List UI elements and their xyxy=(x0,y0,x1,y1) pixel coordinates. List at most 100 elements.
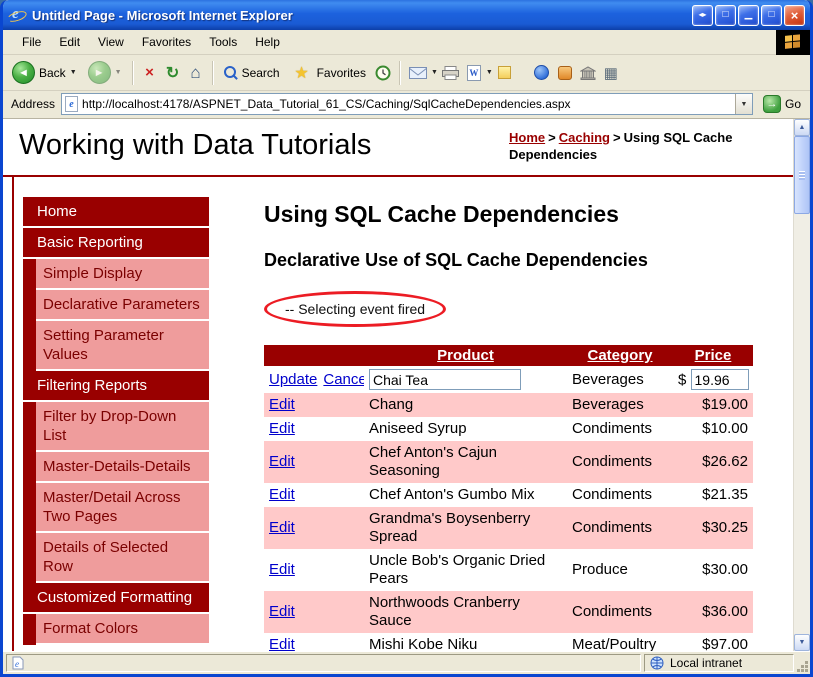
menu-favorites[interactable]: Favorites xyxy=(133,31,200,53)
menu-view[interactable]: View xyxy=(89,31,133,53)
sidebar-item-filter-by-dropdown-list[interactable]: Filter by Drop-Down List xyxy=(36,402,209,452)
sidebar-item-format-colors[interactable]: Format Colors xyxy=(36,614,209,645)
stop-button[interactable]: × xyxy=(139,61,161,85)
menu-tools[interactable]: Tools xyxy=(200,31,246,53)
category-cell: Condiments xyxy=(567,507,673,549)
window-controls: ◂▸ □ ▁ □ × xyxy=(692,4,805,26)
price-input[interactable] xyxy=(690,369,749,390)
refresh-button[interactable]: ↻ xyxy=(162,61,184,85)
price-cell: $21.35 xyxy=(702,486,748,503)
sidebar-item-declarative-parameters[interactable]: Declarative Parameters xyxy=(36,290,209,321)
address-dropdown-icon[interactable]: ▼ xyxy=(734,94,752,114)
menu-help[interactable]: Help xyxy=(246,31,289,53)
breadcrumb-home-link[interactable]: Home xyxy=(509,130,545,145)
cancel-link[interactable]: Cancel xyxy=(323,371,364,388)
research-button[interactable] xyxy=(554,61,576,85)
edit-link[interactable]: Edit xyxy=(269,453,295,470)
history-button[interactable] xyxy=(372,61,394,85)
vertical-scrollbar[interactable]: ▲ ▼ xyxy=(793,119,810,651)
edit-link[interactable]: Edit xyxy=(269,561,295,578)
word-document-icon: W xyxy=(466,64,481,81)
action-cell: Edit xyxy=(264,393,364,417)
print-button[interactable] xyxy=(439,61,462,85)
back-button[interactable]: ◄ Back ▼ xyxy=(7,58,82,87)
discuss-note-icon xyxy=(498,66,512,79)
category-header: Category xyxy=(567,345,673,366)
minimize-button[interactable]: ▁ xyxy=(738,4,759,26)
breadcrumb-caching-link[interactable]: Caching xyxy=(559,130,610,145)
window-restore-button[interactable]: □ xyxy=(715,4,736,26)
scroll-up-button[interactable]: ▲ xyxy=(794,119,810,136)
close-button[interactable]: × xyxy=(784,4,805,26)
sort-by-product-link[interactable]: Product xyxy=(437,347,494,364)
menubar: File Edit View Favorites Tools Help xyxy=(3,30,810,55)
research-icon xyxy=(557,65,572,80)
mail-button[interactable] xyxy=(406,61,430,85)
product-cell: Uncle Bob's Organic Dried Pears xyxy=(369,552,546,587)
product-cell: Grandma's Boysenberry Spread xyxy=(364,507,567,549)
main-content: Using SQL Cache Dependencies Declarative… xyxy=(264,201,793,651)
titlebar[interactable]: e Untitled Page - Microsoft Internet Exp… xyxy=(3,0,810,30)
grid-row: Edit Uncle Bob's Organic Dried Pears Pro… xyxy=(264,549,753,591)
tiles-button[interactable]: ▦ xyxy=(600,61,622,85)
edit-dropdown-icon[interactable]: ▼ xyxy=(486,69,493,76)
sort-by-price-link[interactable]: Price xyxy=(695,347,732,364)
search-button[interactable]: Search xyxy=(219,63,285,83)
sites-button[interactable] xyxy=(577,61,599,85)
page-body: Home Basic Reporting Simple Display Decl… xyxy=(3,177,793,651)
edit-link[interactable]: Edit xyxy=(269,396,295,413)
category-cell: Condiments xyxy=(572,420,653,437)
grid-row: Edit Mishi Kobe Niku Meat/Poultry $97.00 xyxy=(264,633,753,651)
grid-header-row: Product Category Price xyxy=(264,345,753,366)
products-gridview: Product Category Price Update Cancel xyxy=(264,345,753,651)
edit-link[interactable]: Edit xyxy=(269,420,295,437)
go-button[interactable]: → Go xyxy=(759,95,807,113)
sidebar-item-setting-parameter-values[interactable]: Setting Parameter Values xyxy=(36,321,209,371)
price-cell: $97.00 xyxy=(702,636,748,651)
sidebar-item-home[interactable]: Home xyxy=(23,197,209,228)
home-button[interactable]: ⌂ xyxy=(185,61,207,85)
forward-dropdown-icon[interactable]: ▼ xyxy=(115,69,122,76)
product-name-input[interactable] xyxy=(369,369,521,390)
page-header: Working with Data Tutorials Home > Caching… xyxy=(3,119,793,177)
category-cell: Beverages xyxy=(567,393,673,417)
resize-grip[interactable] xyxy=(796,660,809,673)
sidebar-section-customized-formatting[interactable]: Customized Formatting xyxy=(23,583,209,614)
maximize-button[interactable]: □ xyxy=(761,4,782,26)
menu-file[interactable]: File xyxy=(13,31,50,53)
grid-row: Edit Aniseed Syrup Condiments $10.00 xyxy=(264,417,753,441)
sidebar-item-simple-display[interactable]: Simple Display xyxy=(36,259,209,290)
favorites-button[interactable]: ★ Favorites xyxy=(286,58,371,88)
price-header: Price xyxy=(673,345,753,366)
address-input[interactable] xyxy=(82,97,735,111)
product-header: Product xyxy=(364,345,567,366)
action-header xyxy=(264,345,364,366)
scrollbar-thumb[interactable] xyxy=(794,136,810,214)
sidebar-section-filtering-reports[interactable]: Filtering Reports xyxy=(23,371,209,402)
back-dropdown-icon[interactable]: ▼ xyxy=(70,69,77,76)
window-nav-button[interactable]: ◂▸ xyxy=(692,4,713,26)
sidebar-item-details-of-selected-row[interactable]: Details of Selected Row xyxy=(36,533,209,583)
edit-link[interactable]: Edit xyxy=(269,636,295,651)
messenger-button[interactable] xyxy=(531,61,553,85)
edit-link[interactable]: Edit xyxy=(269,603,295,620)
forward-button[interactable]: ► ▼ xyxy=(83,58,127,87)
discuss-button[interactable] xyxy=(494,61,516,85)
sidebar-item-master-details-details[interactable]: Master-Details-Details xyxy=(36,452,209,483)
section-subtitle: Declarative Use of SQL Cache Dependencie… xyxy=(264,250,648,270)
browser-content: Working with Data Tutorials Home > Caching… xyxy=(3,119,810,651)
event-message-text: -- Selecting event fired xyxy=(285,301,426,317)
edit-link[interactable]: Edit xyxy=(269,519,295,536)
scrollbar-track[interactable] xyxy=(794,136,810,634)
sidebar-item-master-detail-across-two-pages[interactable]: Master/Detail Across Two Pages xyxy=(36,483,209,533)
edit-link[interactable]: Edit xyxy=(269,486,295,503)
breadcrumb: Home > Caching > Using SQL Cache Dependencie… xyxy=(509,129,777,163)
edit-with-word-button[interactable]: W xyxy=(463,61,485,85)
sidebar-section-basic-reporting[interactable]: Basic Reporting xyxy=(23,228,209,259)
mail-dropdown-icon[interactable]: ▼ xyxy=(431,69,438,76)
update-link[interactable]: Update xyxy=(269,371,317,388)
sort-by-category-link[interactable]: Category xyxy=(587,347,652,364)
menu-edit[interactable]: Edit xyxy=(50,31,89,53)
product-cell: Chang xyxy=(364,393,567,417)
scroll-down-button[interactable]: ▼ xyxy=(794,634,810,651)
